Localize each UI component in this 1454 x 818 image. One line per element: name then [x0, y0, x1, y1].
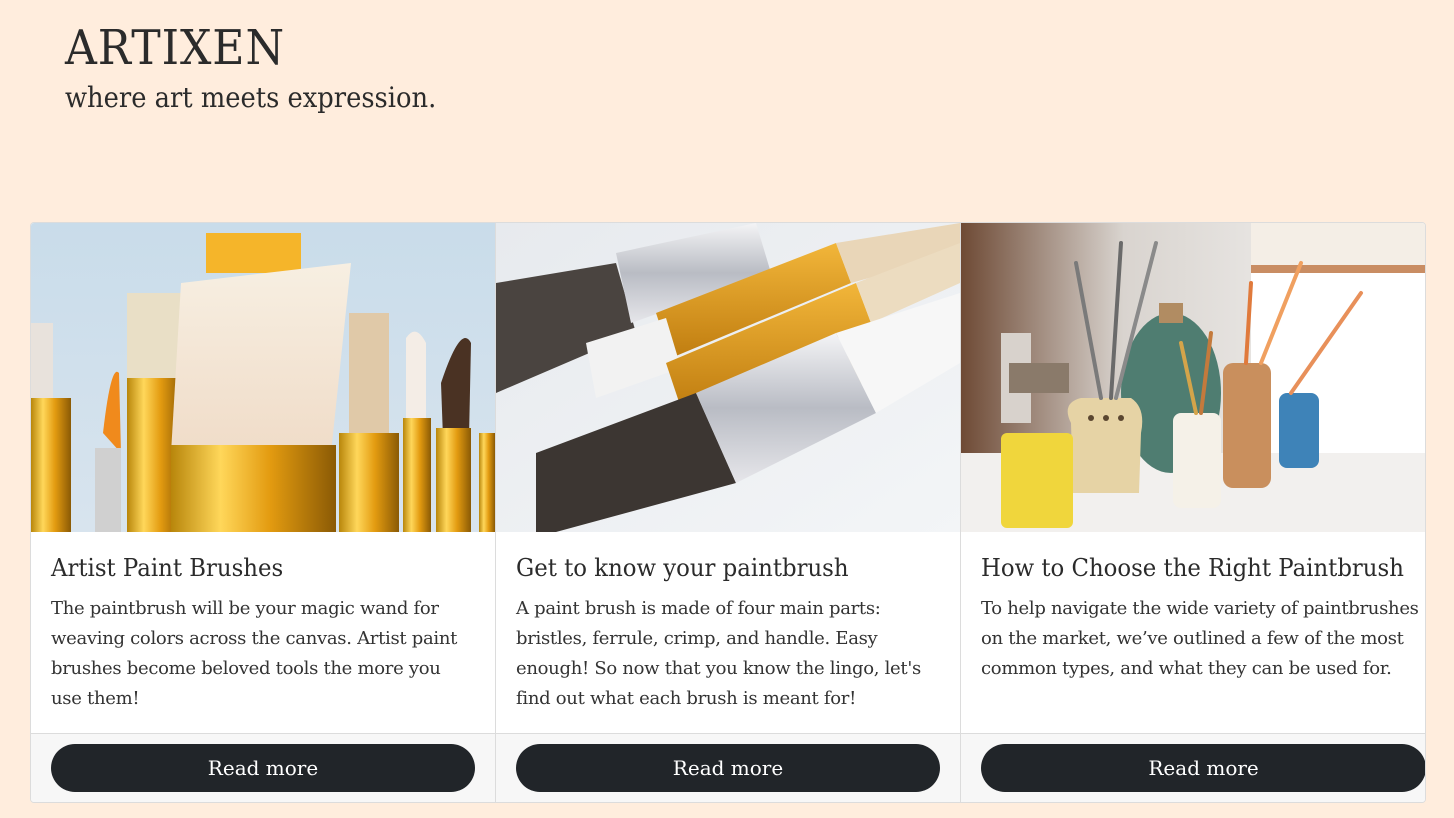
article-card: Artist Paint Brushes The paintbrush will…: [31, 223, 496, 802]
card-text: To help navigate the wide variety of pai…: [981, 598, 1419, 679]
read-more-button[interactable]: Read more: [516, 744, 940, 792]
card-image-brushes-diagonal: [496, 223, 960, 532]
article-card: Get to know your paintbrush A paint brus…: [496, 223, 961, 802]
card-text: The paintbrush will be your magic wand f…: [51, 598, 458, 709]
card-title: Get to know your paintbrush: [516, 554, 849, 582]
card-group: Artist Paint Brushes The paintbrush will…: [30, 222, 1426, 803]
site-header: ARTIXEN where art meets expression.: [65, 18, 469, 118]
card-footer: Read more: [496, 733, 960, 802]
card-body: Get to know your paintbrush A paint brus…: [496, 532, 960, 733]
article-card: How to Choose the Right Paintbrush To he…: [961, 223, 1425, 802]
card-title: How to Choose the Right Paintbrush: [981, 554, 1404, 582]
brand-tagline: where art meets expression.: [65, 81, 437, 114]
card-image-brushes-closeup: [31, 223, 495, 532]
read-more-button[interactable]: Read more: [981, 744, 1425, 792]
card-title: Artist Paint Brushes: [51, 554, 284, 582]
card-text: A paint brush is made of four main parts…: [516, 598, 921, 709]
read-more-button[interactable]: Read more: [51, 744, 475, 792]
card-footer: Read more: [31, 733, 495, 802]
card-body: How to Choose the Right Paintbrush To he…: [961, 532, 1425, 733]
card-body: Artist Paint Brushes The paintbrush will…: [31, 532, 495, 733]
brand-title: ARTIXEN: [65, 20, 286, 76]
card-image-brush-jars: [961, 223, 1425, 532]
card-footer: Read more: [961, 733, 1425, 802]
